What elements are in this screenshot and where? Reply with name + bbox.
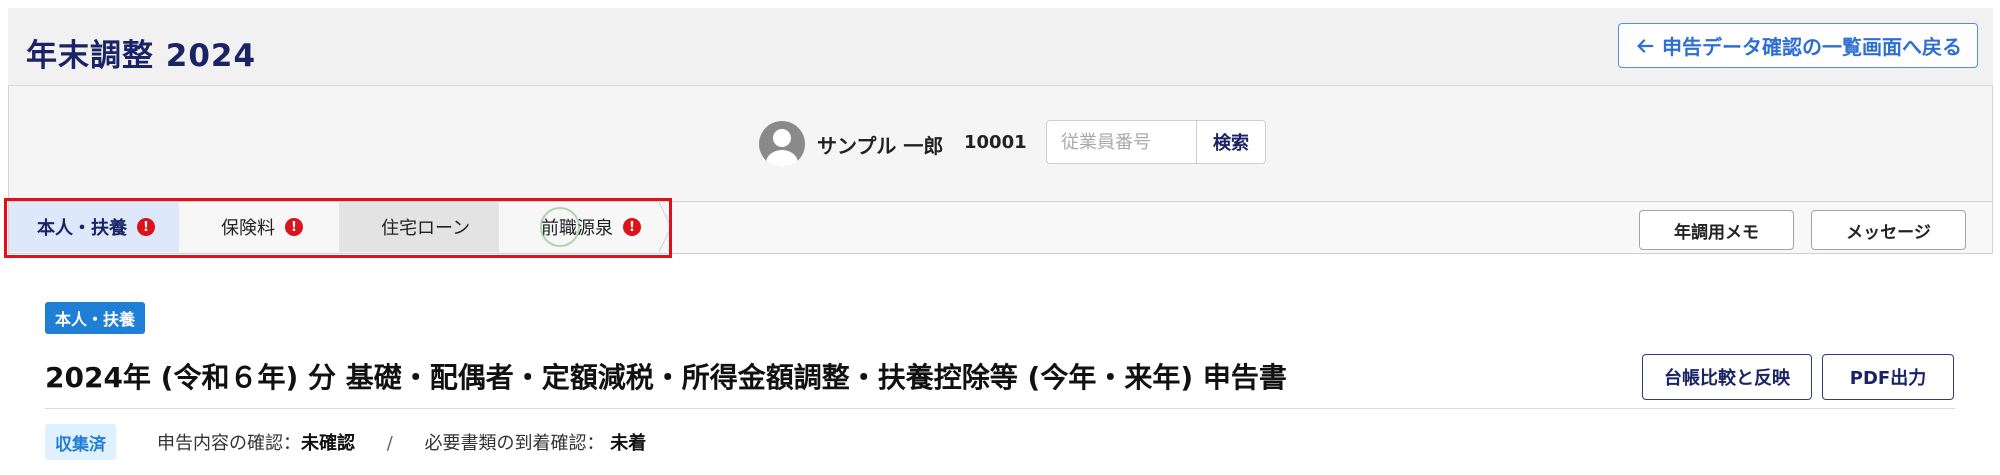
step-label: 住宅ローン xyxy=(381,218,471,239)
user-avatar-icon xyxy=(759,121,805,167)
step-label: 保険料 xyxy=(221,218,275,239)
step-tab-housing-loan[interactable]: 住宅ローン xyxy=(339,202,499,252)
exclamation-icon: ! xyxy=(623,218,641,236)
step-tab-insurance[interactable]: 保険料 ! xyxy=(179,202,339,252)
chevron-right-icon xyxy=(659,202,672,252)
employee-bar: サンプル 一郎 10001 検索 xyxy=(8,86,1993,202)
compare-and-apply-button[interactable]: 台帳比較と反映 xyxy=(1642,354,1812,400)
exclamation-icon: ! xyxy=(285,218,303,236)
step-bar: 本人・扶養 ! 保険料 ! 住宅ローン 前職源泉 ! 年調用メモ メッセージ xyxy=(8,202,1993,254)
back-button-label: 申告データ確認の一覧画面へ戻る xyxy=(1662,35,1962,59)
pdf-export-button[interactable]: PDF出力 xyxy=(1822,354,1954,400)
confirm-label: 申告内容の確認： xyxy=(157,433,301,454)
employee-number: 10001 xyxy=(964,132,1027,153)
status-separator: / xyxy=(386,433,393,454)
arrow-left-icon xyxy=(1637,38,1654,53)
employee-name: サンプル 一郎 xyxy=(817,134,944,158)
step-label: 本人・扶養 xyxy=(37,218,127,239)
cursor-indicator xyxy=(540,207,580,247)
document-title: 2024年 (令和６年) 分 基礎・配偶者・定額減税・所得金額調整・扶養控除等 … xyxy=(45,361,1287,394)
back-to-list-button[interactable]: 申告データ確認の一覧画面へ戻る xyxy=(1618,23,1978,68)
section-tag: 本人・扶養 xyxy=(45,302,146,334)
confirm-value: 未確認 xyxy=(301,433,355,454)
year-end-memo-button[interactable]: 年調用メモ xyxy=(1639,210,1794,250)
status-badge: 収集済 xyxy=(45,424,116,460)
employee-number-input[interactable] xyxy=(1046,120,1196,164)
arrival-label: 必要書類の到着確認： xyxy=(424,433,605,454)
message-button[interactable]: メッセージ xyxy=(1811,210,1966,250)
app-header: 年末調整 2024 申告データ確認の一覧画面へ戻る xyxy=(8,8,1993,86)
search-button[interactable]: 検索 xyxy=(1196,120,1266,164)
page-title: 年末調整 2024 xyxy=(26,38,257,74)
status-line: 申告内容の確認：未確認 / 必要書類の到着確認： 未着 xyxy=(157,429,646,455)
exclamation-icon: ! xyxy=(137,218,155,236)
divider xyxy=(45,408,1955,409)
step-tab-personal[interactable]: 本人・扶養 ! xyxy=(9,202,179,252)
arrival-value: 未着 xyxy=(610,433,647,454)
